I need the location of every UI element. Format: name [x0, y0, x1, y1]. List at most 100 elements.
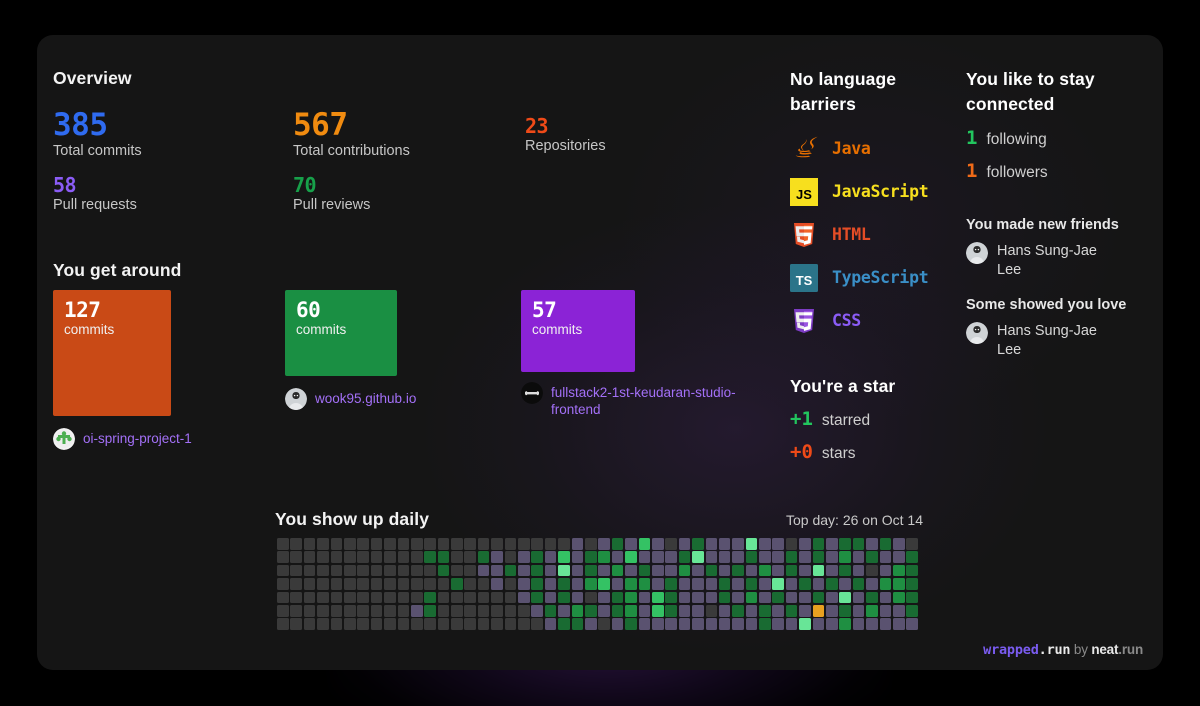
heatmap-cell[interactable] [785, 564, 798, 577]
heatmap-cell[interactable] [892, 591, 905, 604]
heatmap-cell[interactable] [397, 604, 410, 617]
heatmap-cell[interactable] [451, 591, 463, 604]
heatmap-cell[interactable] [544, 618, 557, 630]
heatmap-cell[interactable] [598, 551, 610, 563]
heatmap-cell[interactable] [692, 618, 704, 630]
heatmap-cell[interactable] [504, 618, 517, 630]
heatmap-cell[interactable] [317, 564, 329, 577]
heatmap-cell[interactable] [544, 538, 557, 550]
heatmap-cell[interactable] [598, 578, 610, 590]
heatmap-cell[interactable] [879, 618, 892, 630]
heatmap-cell[interactable] [518, 618, 530, 630]
heatmap-cell[interactable] [839, 538, 851, 550]
heatmap-cell[interactable] [705, 618, 718, 630]
list-item[interactable]: Hans Sung-Jae Lee [966, 322, 1117, 360]
heatmap-cell[interactable] [772, 538, 785, 550]
heatmap-cell[interactable] [544, 564, 557, 577]
heatmap-cell[interactable] [718, 591, 731, 604]
heatmap-cell[interactable] [531, 578, 544, 590]
heatmap-cell[interactable] [518, 591, 530, 604]
heatmap-cell[interactable] [812, 604, 825, 617]
heatmap-cell[interactable] [745, 578, 758, 590]
heatmap-cell[interactable] [799, 538, 811, 550]
heatmap-cell[interactable] [785, 604, 798, 617]
heatmap-cell[interactable] [678, 591, 691, 604]
heatmap-cell[interactable] [437, 578, 450, 590]
heatmap-cell[interactable] [759, 604, 771, 617]
heatmap-cell[interactable] [410, 564, 423, 577]
heatmap-cell[interactable] [625, 604, 637, 617]
heatmap-cell[interactable] [397, 591, 410, 604]
heatmap-cell[interactable] [718, 604, 731, 617]
heatmap-cell[interactable] [504, 604, 517, 617]
heatmap-cell[interactable] [665, 578, 677, 590]
heatmap-cell[interactable] [678, 564, 691, 577]
heatmap-cell[interactable] [424, 538, 436, 550]
heatmap-cell[interactable] [397, 578, 410, 590]
heatmap-cell[interactable] [705, 604, 718, 617]
heatmap-cell[interactable] [799, 551, 811, 563]
language-item-css[interactable]: CSS [790, 299, 928, 342]
list-item[interactable]: Hans Sung-Jae Lee [966, 242, 1117, 280]
heatmap-cell[interactable] [759, 618, 771, 630]
heatmap-cell[interactable] [892, 604, 905, 617]
heatmap-cell[interactable] [598, 618, 610, 630]
heatmap-cell[interactable] [343, 538, 356, 550]
heatmap-cell[interactable] [892, 538, 905, 550]
heatmap-cell[interactable] [745, 604, 758, 617]
heatmap-cell[interactable] [531, 618, 544, 630]
heatmap-cell[interactable] [638, 591, 651, 604]
heatmap-cell[interactable] [665, 591, 677, 604]
heatmap-cell[interactable] [692, 564, 704, 577]
heatmap-cell[interactable] [745, 551, 758, 563]
heatmap-cell[interactable] [718, 551, 731, 563]
heatmap-cell[interactable] [866, 564, 878, 577]
heatmap-cell[interactable] [303, 604, 316, 617]
heatmap-cell[interactable] [651, 578, 664, 590]
heatmap-cell[interactable] [491, 551, 503, 563]
heatmap-cell[interactable] [410, 591, 423, 604]
heatmap-cell[interactable] [343, 578, 356, 590]
heatmap-cell[interactable] [437, 604, 450, 617]
heatmap-cell[interactable] [892, 618, 905, 630]
heatmap-cell[interactable] [598, 564, 610, 577]
heatmap-cell[interactable] [277, 551, 289, 563]
heatmap-cell[interactable] [866, 551, 878, 563]
heatmap-cell[interactable] [812, 538, 825, 550]
heatmap-cell[interactable] [799, 564, 811, 577]
heatmap-cell[interactable] [678, 604, 691, 617]
heatmap-cell[interactable] [518, 564, 530, 577]
heatmap-cell[interactable] [625, 618, 637, 630]
heatmap-cell[interactable] [611, 591, 624, 604]
heatmap-cell[interactable] [544, 591, 557, 604]
heatmap-cell[interactable] [571, 538, 584, 550]
heatmap-cell[interactable] [290, 578, 302, 590]
heatmap-cell[interactable] [410, 604, 423, 617]
heatmap-cell[interactable] [317, 578, 329, 590]
heatmap-cell[interactable] [518, 538, 530, 550]
heatmap-cell[interactable] [584, 591, 597, 604]
heatmap-cell[interactable] [678, 618, 691, 630]
heatmap-cell[interactable] [812, 591, 825, 604]
heatmap-cell[interactable] [826, 604, 838, 617]
heatmap-cell[interactable] [303, 564, 316, 577]
heatmap-cell[interactable] [437, 551, 450, 563]
heatmap-cell[interactable] [437, 564, 450, 577]
heatmap-cell[interactable] [290, 564, 302, 577]
heatmap-cell[interactable] [785, 618, 798, 630]
heatmap-cell[interactable] [357, 578, 369, 590]
heatmap-cell[interactable] [437, 591, 450, 604]
heatmap-cell[interactable] [665, 538, 677, 550]
heatmap-cell[interactable] [491, 591, 503, 604]
heatmap-cell[interactable] [504, 551, 517, 563]
heatmap-cell[interactable] [424, 591, 436, 604]
heatmap-cell[interactable] [879, 538, 892, 550]
heatmap-cell[interactable] [692, 604, 704, 617]
heatmap-cell[interactable] [277, 604, 289, 617]
heatmap-cell[interactable] [651, 538, 664, 550]
heatmap-cell[interactable] [451, 618, 463, 630]
heatmap-cell[interactable] [665, 564, 677, 577]
heatmap-cell[interactable] [866, 618, 878, 630]
heatmap-cell[interactable] [477, 591, 490, 604]
heatmap-cell[interactable] [558, 591, 570, 604]
